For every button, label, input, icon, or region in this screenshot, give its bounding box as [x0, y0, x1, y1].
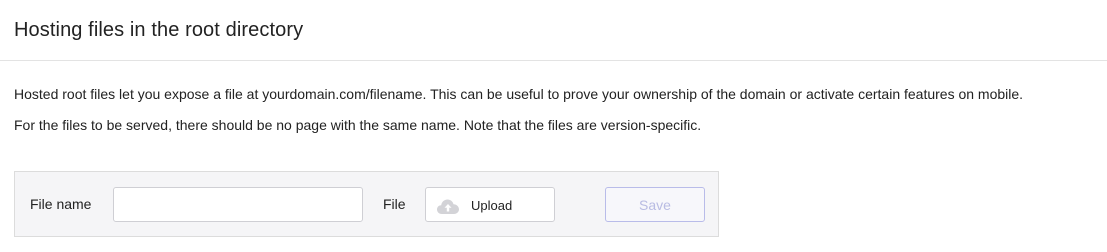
cloud-upload-icon: [437, 199, 459, 214]
root-files-section: Hosting files in the root directory Host…: [0, 0, 1107, 252]
upload-label: Upload: [471, 198, 513, 213]
upload-button[interactable]: Upload: [425, 187, 555, 222]
description-line-2: For the files to be served, there should…: [14, 117, 702, 133]
file-name-label: File name: [30, 196, 92, 212]
file-name-input[interactable]: [113, 187, 363, 222]
file-label: File: [383, 196, 406, 212]
root-file-form: File name File Upload Save: [14, 171, 719, 237]
save-button[interactable]: Save: [605, 187, 705, 222]
description-line-1: Hosted root files let you expose a file …: [14, 86, 1024, 102]
section-title: Hosting files in the root directory: [14, 19, 304, 41]
section-divider: [0, 60, 1107, 61]
